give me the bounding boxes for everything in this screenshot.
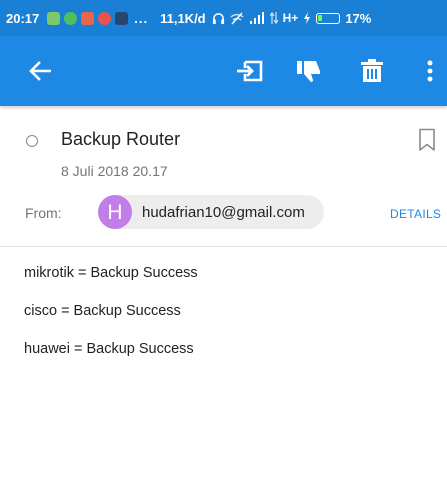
message-header: Backup Router [0, 122, 447, 156]
body-line: cisco = Backup Success [24, 303, 181, 319]
bookmark-icon[interactable] [418, 128, 436, 152]
body-line: huawei = Backup Success [24, 341, 194, 357]
back-arrow-icon [29, 61, 51, 81]
app-bar [0, 36, 447, 106]
whatsapp-icon [64, 11, 78, 25]
charging-icon [304, 12, 311, 24]
data-transfer-icon [269, 12, 278, 24]
move-to-button[interactable] [228, 36, 272, 106]
thumb-down-icon [297, 61, 320, 82]
overflow-menu-icon [427, 60, 433, 82]
network-type: H+ [282, 11, 299, 25]
from-label: From: [25, 205, 62, 221]
sender-chip[interactable]: H hudafrian10@gmail.com [98, 195, 324, 229]
report-spam-button[interactable] [289, 36, 329, 106]
back-button[interactable] [20, 36, 60, 106]
app-notification-icon [47, 11, 61, 25]
svg-text:H: H [107, 201, 122, 224]
wifi-off-icon [230, 12, 244, 24]
delete-button[interactable] [352, 36, 392, 106]
avatar-initial: H [107, 201, 122, 224]
sender-email: hudafrian10@gmail.com [142, 203, 305, 221]
headset-icon [212, 12, 224, 24]
app-notification-icon [115, 11, 129, 25]
app-notification-icon [98, 11, 112, 25]
app-notification-icon [81, 11, 95, 25]
move-to-icon [237, 60, 263, 82]
details-link[interactable]: DETAILS [390, 207, 441, 221]
divider [0, 246, 447, 247]
battery-level: 17% [345, 10, 372, 26]
signal-icon [249, 12, 264, 24]
message-date: 8 Juli 2018 20.17 [61, 163, 168, 179]
message-subject: Backup Router [61, 129, 181, 149]
trash-icon [361, 59, 383, 82]
body-line: mikrotik = Backup Success [24, 265, 198, 281]
notification-icons [47, 11, 129, 25]
battery-icon [316, 12, 341, 24]
avatar: H [98, 195, 132, 229]
status-time: 20:17 [6, 10, 40, 26]
system-icons: H+ 17% [212, 10, 372, 26]
network-speed: 11,1K/d [160, 10, 206, 26]
status-bar: 20:17 ... 11,1K/d H+ 17% [0, 0, 447, 36]
more-notifications: ... [134, 10, 149, 26]
overflow-menu-button[interactable] [416, 36, 444, 106]
select-radio[interactable] [26, 135, 38, 147]
